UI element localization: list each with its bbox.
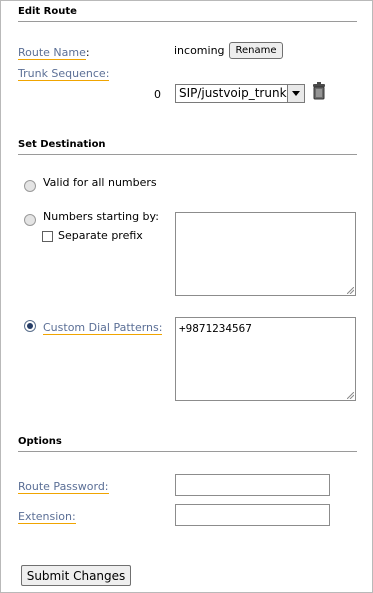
route-name-value: incoming: [174, 44, 225, 57]
custom-dial-radio[interactable]: [24, 320, 36, 332]
options-divider: [18, 451, 357, 452]
route-name-label: Route Name: [18, 46, 86, 60]
custom-dial-field-wrap: +9871234567: [175, 317, 356, 401]
set-destination-heading: Set Destination: [18, 139, 106, 150]
custom-dial-label: Custom Dial Patterns:: [43, 321, 163, 335]
submit-changes-button[interactable]: Submit Changes: [21, 565, 131, 586]
edit-route-heading: Edit Route: [18, 6, 77, 17]
route-password-row: Route Password:: [18, 479, 109, 494]
chevron-down-icon[interactable]: [287, 85, 304, 102]
separate-prefix-checkbox[interactable]: [42, 231, 53, 242]
valid-all-label: Valid for all numbers: [43, 176, 157, 189]
set-destination-divider: [18, 154, 357, 155]
numbers-starting-field[interactable]: [175, 212, 356, 296]
trunk-select[interactable]: SIP/justvoip_trunk: [175, 84, 305, 103]
edit-route-panel: Edit Route Route Name: incoming Rename T…: [0, 0, 373, 593]
route-name-row: Route Name:: [18, 45, 90, 60]
rename-button[interactable]: Rename: [229, 42, 283, 59]
numbers-starting-radio[interactable]: [24, 214, 36, 226]
trunk-select-value: SIP/justvoip_trunk: [179, 86, 287, 100]
edit-route-divider: [18, 21, 357, 22]
extension-input[interactable]: [175, 504, 330, 526]
numbers-starting-label: Numbers starting by:: [43, 210, 159, 223]
trunk-index: 0: [154, 88, 161, 101]
numbers-starting-field-wrap: [175, 212, 356, 296]
route-password-label: Route Password:: [18, 480, 109, 494]
separate-prefix-label: Separate prefix: [58, 229, 143, 242]
extension-label: Extension:: [18, 510, 76, 524]
custom-dial-field[interactable]: +9871234567: [175, 317, 356, 401]
route-password-input[interactable]: [175, 474, 330, 496]
trunk-sequence-row: Trunk Sequence:: [18, 66, 110, 81]
trunk-sequence-label: Trunk Sequence:: [18, 67, 110, 81]
resize-grip-icon[interactable]: [347, 392, 354, 399]
extension-row: Extension:: [18, 509, 76, 524]
custom-dial-row: Custom Dial Patterns:: [43, 320, 163, 335]
resize-grip-icon[interactable]: [347, 287, 354, 294]
valid-all-radio[interactable]: [24, 180, 36, 192]
options-heading: Options: [18, 436, 62, 447]
route-name-colon: :: [85, 46, 90, 59]
trash-icon[interactable]: [311, 82, 327, 103]
